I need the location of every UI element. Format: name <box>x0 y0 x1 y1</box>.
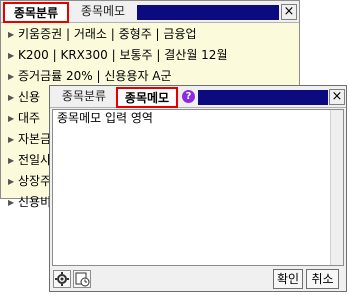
triangle-right-icon: ▶ <box>8 93 15 102</box>
list-item-label: K200 | KRX300 | 보통주 | 결산월 12월 <box>18 48 228 62</box>
list-item-label: 전일사 <box>18 153 52 167</box>
tab-stock-memo[interactable]: 종목메모 <box>73 2 133 23</box>
scrollbar[interactable] <box>330 110 343 265</box>
triangle-right-icon: ▶ <box>8 177 15 186</box>
list-item-label: 상장주 <box>18 174 52 188</box>
list-item-label: 키움증권 | 거래소 | 중형주 | 금융업 <box>18 27 197 41</box>
memo-textarea[interactable]: 종목메모 입력 영역 <box>52 109 344 266</box>
list-item[interactable]: ▶ 증거금률 20% | 신용용자 A군 <box>1 66 299 87</box>
cancel-button[interactable]: 취소 <box>306 269 339 289</box>
memo-bottombar: 확인 취소 <box>50 268 346 292</box>
title-strip <box>137 5 279 20</box>
memo-tabbar: 종목분류 종목메모 ? × <box>50 86 346 108</box>
close-icon: × <box>283 4 295 19</box>
close-icon: × <box>331 89 343 104</box>
triangle-right-icon: ▶ <box>8 51 15 60</box>
tab-stock-category[interactable]: 종목분류 <box>3 2 69 23</box>
gear-icon <box>55 272 69 286</box>
list-item-label: 증거금률 20% | 신용용자 A군 <box>18 69 172 83</box>
triangle-right-icon: ▶ <box>8 156 15 165</box>
help-icon[interactable]: ? <box>182 90 195 103</box>
title-strip <box>198 90 328 105</box>
close-button[interactable]: × <box>329 89 345 105</box>
close-button[interactable]: × <box>281 4 297 20</box>
triangle-right-icon: ▶ <box>8 198 15 207</box>
list-item-label: 대주 <box>18 111 41 125</box>
settings-button[interactable] <box>53 270 71 288</box>
list-item-label: 신용 <box>18 90 41 104</box>
category-tabbar: 종목분류 종목메모 × <box>1 1 299 23</box>
triangle-right-icon: ▶ <box>8 114 15 123</box>
triangle-right-icon: ▶ <box>8 30 15 39</box>
memo-placeholder: 종목메모 입력 영역 <box>57 111 153 125</box>
list-item[interactable]: ▶ 키움증권 | 거래소 | 중형주 | 금융업 <box>1 24 299 45</box>
stock-memo-window: 종목분류 종목메모 ? × 종목메모 입력 영역 확인 취소 <box>49 85 347 292</box>
history-button[interactable] <box>73 270 91 288</box>
list-item-label: 자본금 <box>18 132 52 146</box>
triangle-right-icon: ▶ <box>8 72 15 81</box>
list-item-label: 신용비 <box>18 195 52 209</box>
clock-doc-icon <box>75 272 90 287</box>
list-item[interactable]: ▶ K200 | KRX300 | 보통주 | 결산월 12월 <box>1 45 299 66</box>
triangle-right-icon: ▶ <box>8 135 15 144</box>
confirm-button[interactable]: 확인 <box>273 269 303 289</box>
tab-stock-memo[interactable]: 종목메모 <box>116 87 178 108</box>
tab-stock-category[interactable]: 종목분류 <box>54 87 114 108</box>
